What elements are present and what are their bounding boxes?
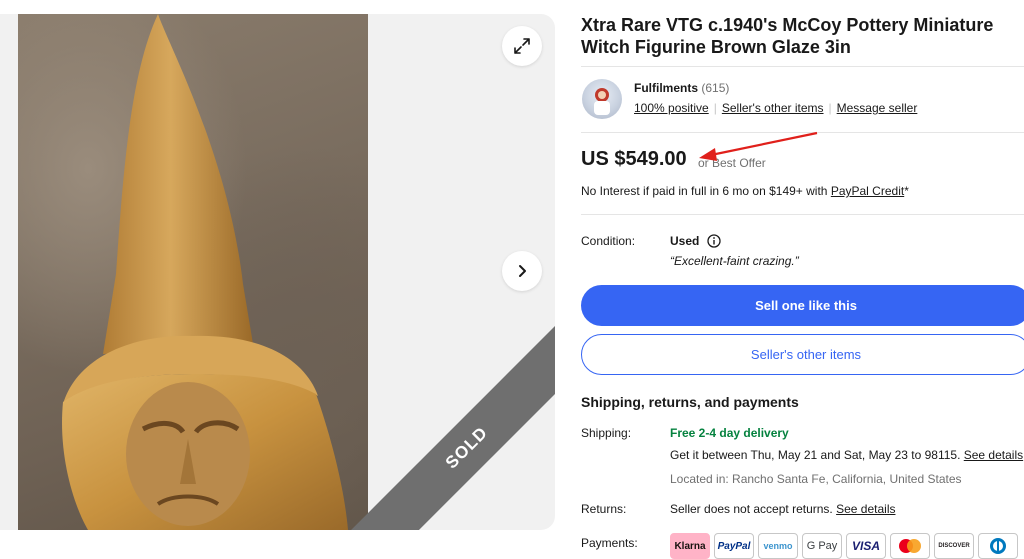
payment-methods: Klarna PayPal venmo G Pay VISA DISCOVER (670, 533, 1018, 559)
financing-suffix: * (904, 184, 909, 198)
expand-icon (514, 38, 530, 54)
divider (581, 66, 1024, 67)
annotation-arrow (699, 131, 818, 161)
diners-logo (990, 538, 1006, 554)
paypal-credit-link[interactable]: PayPal Credit (831, 184, 904, 198)
next-image-button[interactable] (502, 251, 542, 291)
shipping-heading: Shipping, returns, and payments (581, 394, 799, 410)
sold-label: SOLD (441, 422, 492, 473)
seller-feedback-count: (615) (701, 81, 730, 95)
seller-other-items-button[interactable]: Seller's other items (581, 334, 1024, 375)
divider (581, 214, 1024, 215)
mastercard-logo (899, 539, 921, 553)
returns-see-details-link[interactable]: See details (836, 502, 895, 516)
delivery-estimate: Get it between Thu, May 21 and Sat, May … (670, 448, 1023, 462)
separator: | (828, 101, 832, 115)
condition-description: “Excellent-faint crazing.” (670, 254, 799, 268)
discover-icon: DISCOVER (934, 533, 974, 559)
price: US $549.00 (581, 148, 687, 170)
info-icon[interactable] (707, 234, 721, 248)
condition-value: Used (670, 234, 700, 248)
financing-desc: No Interest if paid in full in 6 mo on $… (581, 184, 828, 198)
mastercard-icon (890, 533, 930, 559)
message-seller-link[interactable]: Message seller (837, 101, 918, 115)
separator: | (713, 101, 717, 115)
seller-name[interactable]: Fulfilments (634, 81, 698, 95)
positive-feedback-link[interactable]: 100% positive (634, 101, 709, 115)
seller-avatar[interactable] (582, 79, 622, 119)
klarna-icon: Klarna (670, 533, 710, 559)
diners-icon (978, 533, 1018, 559)
chevron-right-icon (519, 265, 526, 277)
delivery-text: Get it between Thu, May 21 and Sat, May … (670, 448, 961, 462)
condition-value-row: Used (670, 234, 721, 248)
product-photo[interactable] (18, 14, 368, 530)
financing-text: No Interest if paid in full in 6 mo on $… (581, 184, 909, 198)
returns-policy: Seller does not accept returns. See deta… (670, 502, 895, 516)
payments-label: Payments: (581, 536, 638, 550)
sell-one-like-this-button[interactable]: Sell one like this (581, 285, 1024, 326)
venmo-icon: venmo (758, 533, 798, 559)
witch-figurine-image (62, 14, 349, 530)
shipping-value: Free 2-4 day delivery (670, 426, 789, 440)
returns-label: Returns: (581, 502, 627, 516)
shipping-see-details-link[interactable]: See details (964, 448, 1023, 462)
seller-links: 100% positive | Seller's other items | Messa… (634, 101, 917, 115)
avatar-image (594, 88, 610, 115)
expand-image-button[interactable] (502, 26, 542, 66)
seller-other-items-link[interactable]: Seller's other items (722, 101, 824, 115)
condition-label: Condition: (581, 234, 636, 248)
item-location: Located in: Rancho Santa Fe, California,… (670, 472, 962, 486)
returns-text: Seller does not accept returns. (670, 502, 833, 516)
image-gallery: SOLD (0, 14, 555, 530)
seller-name-row: Fulfilments (615) (634, 81, 729, 95)
google-pay-icon: G Pay (802, 533, 842, 559)
listing-title: Xtra Rare VTG c.1940's McCoy Pottery Min… (581, 15, 994, 57)
sold-ribbon: SOLD (343, 324, 555, 530)
paypal-icon: PayPal (714, 533, 754, 559)
shipping-label: Shipping: (581, 426, 632, 440)
visa-icon: VISA (846, 533, 886, 559)
